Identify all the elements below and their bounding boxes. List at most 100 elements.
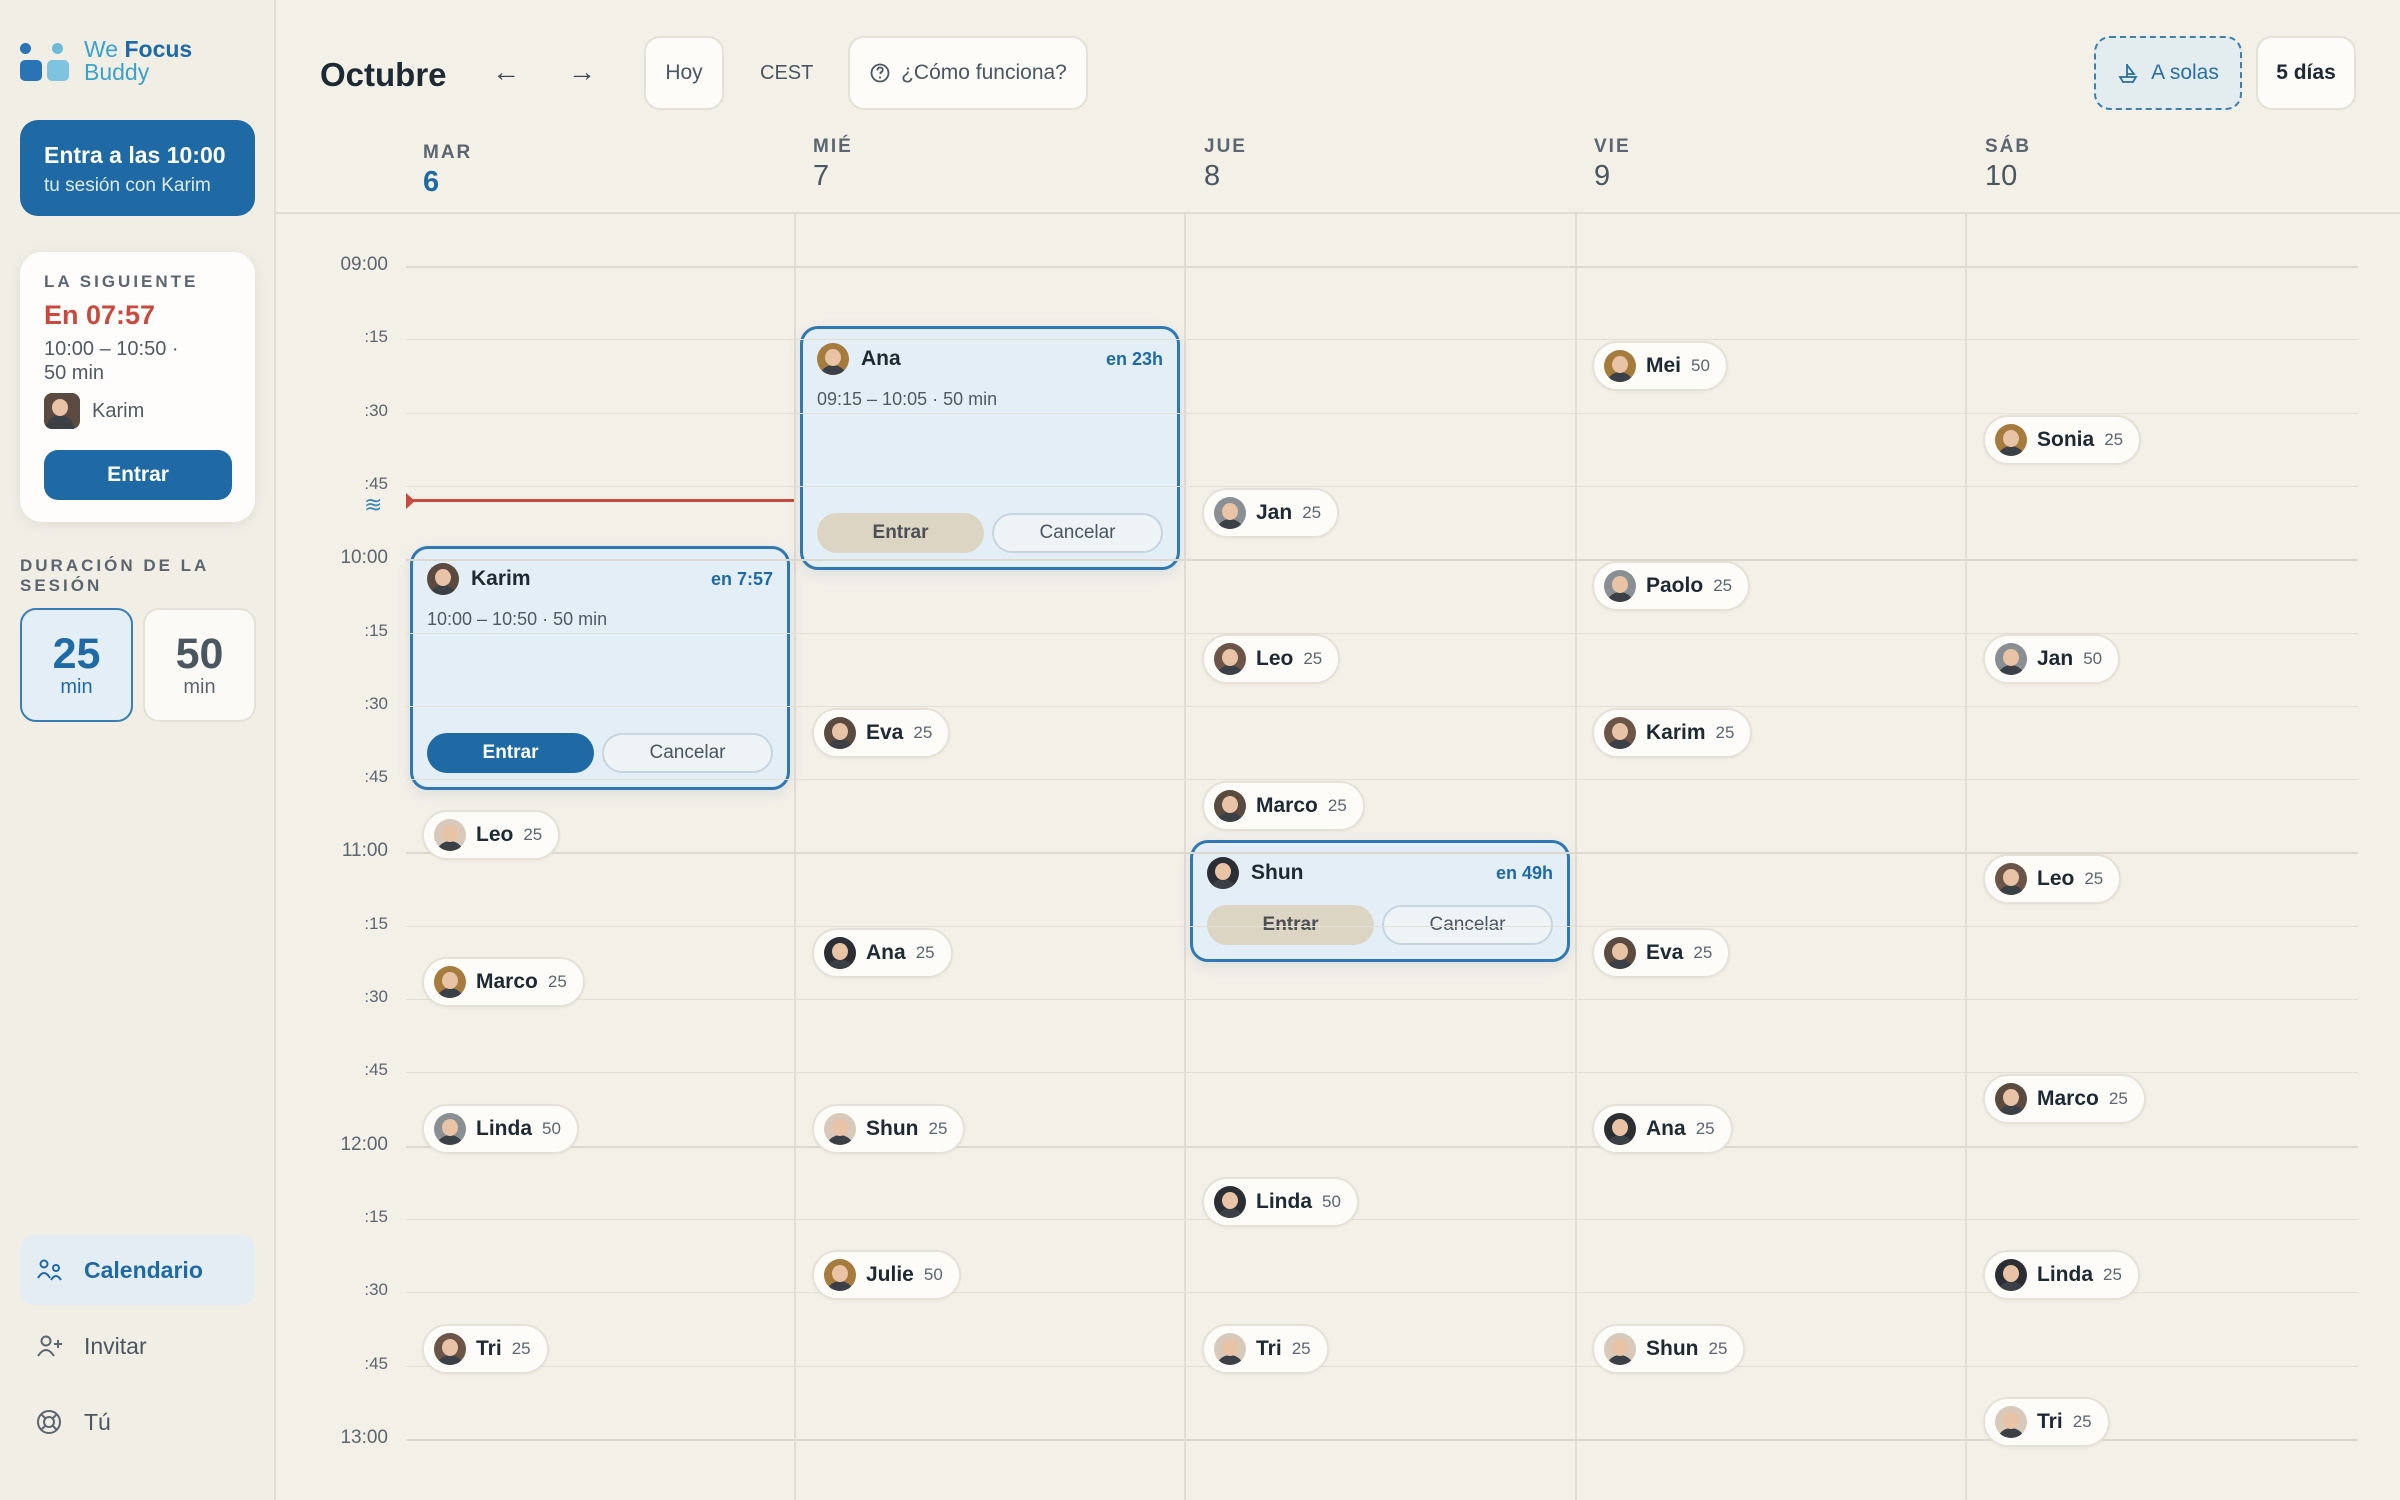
avatar bbox=[427, 563, 459, 595]
slot-partner-name: Sonia bbox=[2037, 427, 2095, 451]
open-slot-chip[interactable]: Shun 25 bbox=[812, 1103, 966, 1154]
booked-countdown: en 7:57 bbox=[710, 568, 773, 589]
brand-logo[interactable]: We Focus Buddy bbox=[20, 38, 192, 86]
join-session-banner[interactable]: Entra a las 10:00 tu sesión con Karim bbox=[20, 120, 255, 216]
booked-session-ana[interactable]: Ana en 23h 09:15 – 10:05 · 50 min Entrar… bbox=[800, 326, 1180, 570]
logo-mark-icon bbox=[20, 38, 72, 86]
day-divider bbox=[794, 214, 796, 1500]
calendar-grid[interactable]: ≋ Ana en 23h 09:15 – 10:05 · 50 min Entr… bbox=[276, 214, 2400, 1500]
open-slot-chip[interactable]: Tri 25 bbox=[1202, 1323, 1329, 1374]
day-of-week: VIE bbox=[1594, 136, 1631, 157]
open-slot-chip[interactable]: Tri 25 bbox=[1983, 1396, 2110, 1447]
avatar bbox=[1995, 1405, 2027, 1438]
enter-button[interactable]: Entrar bbox=[817, 513, 984, 553]
booked-session-karim[interactable]: Karim en 7:57 10:00 – 10:50 · 50 min Ent… bbox=[410, 546, 790, 790]
nav-item-calendar[interactable]: Calendario bbox=[20, 1235, 255, 1305]
duration-option-25[interactable]: 25 min bbox=[20, 608, 133, 722]
slot-length: 25 bbox=[928, 1118, 948, 1138]
open-slot-chip[interactable]: Linda 50 bbox=[1202, 1176, 1359, 1227]
open-slot-chip[interactable]: Leo 25 bbox=[1983, 854, 2122, 905]
people-calendar-icon bbox=[37, 1259, 62, 1281]
open-slot-chip[interactable]: Tri 25 bbox=[422, 1323, 549, 1374]
next-week-arrow-icon[interactable]: → bbox=[562, 56, 602, 92]
day-header-thu: JUE 8 bbox=[1204, 136, 1247, 193]
cancel-button[interactable]: Cancelar bbox=[602, 733, 773, 773]
avatar bbox=[1214, 790, 1246, 823]
open-slot-chip[interactable]: Marco 25 bbox=[1202, 781, 1365, 832]
next-session-enter-button[interactable]: Entrar bbox=[44, 450, 232, 500]
slot-length: 25 bbox=[2084, 869, 2104, 889]
open-slot-chip[interactable]: Jan 25 bbox=[1202, 487, 1340, 538]
slot-partner-name: Jan bbox=[1256, 500, 1293, 524]
open-slot-chip[interactable]: Ana 25 bbox=[812, 927, 953, 978]
open-slot-chip[interactable]: Eva 25 bbox=[812, 707, 951, 758]
slot-partner-name: Leo bbox=[1256, 647, 1294, 671]
nav-item-you[interactable]: Tú bbox=[20, 1387, 255, 1457]
timezone-button[interactable]: CEST bbox=[760, 62, 813, 85]
slot-partner-name: Paolo bbox=[1646, 574, 1704, 598]
slot-partner-name: Eva bbox=[866, 720, 904, 744]
avatar bbox=[1995, 1259, 2027, 1292]
nav-label-invite: Invitar bbox=[84, 1332, 147, 1359]
open-slot-chip[interactable]: Linda 50 bbox=[422, 1103, 579, 1154]
month-title: Octubre bbox=[320, 56, 447, 93]
cancel-button[interactable]: Cancelar bbox=[992, 513, 1163, 553]
booked-time: 09:15 – 10:05 · 50 min bbox=[817, 389, 998, 409]
time-label: :30 bbox=[364, 693, 388, 713]
brand-word-buddy: Buddy bbox=[84, 59, 150, 85]
day-divider bbox=[1184, 214, 1186, 1500]
open-slot-chip[interactable]: Eva 25 bbox=[1592, 927, 1731, 978]
avatar bbox=[824, 1112, 856, 1145]
open-slot-chip[interactable]: Jan 50 bbox=[1983, 634, 2121, 685]
open-slot-chip[interactable]: Julie 50 bbox=[812, 1250, 961, 1301]
current-time-line bbox=[410, 499, 794, 502]
next-session-partner-name: Karim bbox=[92, 399, 145, 422]
open-slot-chip[interactable]: Leo 25 bbox=[422, 810, 561, 861]
open-slot-chip[interactable]: Shun 25 bbox=[1592, 1323, 1746, 1374]
open-slot-chip[interactable]: Karim 25 bbox=[1592, 707, 1753, 758]
time-gridline bbox=[406, 632, 2358, 634]
today-button[interactable]: Hoy bbox=[644, 36, 724, 110]
time-gridline bbox=[406, 999, 2358, 1000]
slot-length: 25 bbox=[1708, 1338, 1728, 1358]
slot-partner-name: Ana bbox=[1646, 1116, 1686, 1140]
join-session-title: Entra a las 10:00 bbox=[44, 142, 226, 168]
slot-partner-name: Tri bbox=[1256, 1336, 1282, 1360]
avatar bbox=[1995, 643, 2027, 676]
duration-option-50[interactable]: 50 min bbox=[143, 608, 256, 722]
open-slot-chip[interactable]: Leo 25 bbox=[1202, 634, 1341, 685]
day-header-fri: VIE 9 bbox=[1594, 136, 1631, 193]
day-of-week: MIÉ bbox=[813, 136, 853, 157]
days-view-selector[interactable]: 5 días bbox=[2256, 36, 2356, 110]
open-slot-chip[interactable]: Linda 25 bbox=[1983, 1250, 2140, 1301]
avatar bbox=[817, 343, 849, 375]
avatar bbox=[44, 393, 80, 429]
prev-week-arrow-icon[interactable]: ← bbox=[486, 56, 526, 92]
time-label: 13:00 bbox=[340, 1426, 388, 1448]
avatar bbox=[1604, 570, 1636, 603]
slot-length: 25 bbox=[547, 972, 567, 991]
booked-session-shun[interactable]: Shun en 49h Entrar Cancelar bbox=[1190, 840, 1570, 962]
booked-partner-name: Ana bbox=[861, 347, 901, 370]
slot-partner-name: Marco bbox=[2037, 1087, 2099, 1111]
open-slot-chip[interactable]: Marco 25 bbox=[1983, 1074, 2146, 1125]
nav-label-you: Tú bbox=[84, 1408, 111, 1435]
open-slot-chip[interactable]: Marco 25 bbox=[422, 957, 585, 1007]
avatar bbox=[1995, 423, 2027, 456]
slot-length: 25 bbox=[511, 1338, 531, 1358]
open-slot-chip[interactable]: Sonia 25 bbox=[1983, 414, 2142, 465]
open-slot-chip[interactable]: Paolo 25 bbox=[1592, 561, 1751, 612]
solo-mode-button[interactable]: A solas bbox=[2094, 36, 2242, 110]
how-it-works-button[interactable]: ¿Cómo funciona? bbox=[848, 36, 1088, 110]
open-slot-chip[interactable]: Ana 25 bbox=[1592, 1103, 1733, 1154]
slot-length: 50 bbox=[542, 1118, 561, 1138]
avatar bbox=[1214, 643, 1246, 676]
nav-item-invite[interactable]: Invitar bbox=[20, 1311, 255, 1381]
booked-partner-name: Karim bbox=[471, 567, 531, 590]
time-label: :45 bbox=[364, 1353, 388, 1373]
time-label: :15 bbox=[364, 1206, 388, 1226]
avatar bbox=[434, 819, 466, 852]
open-slot-chip[interactable]: Mei 50 bbox=[1592, 341, 1728, 392]
enter-button[interactable]: Entrar bbox=[427, 733, 594, 773]
avatar bbox=[1604, 1332, 1636, 1365]
